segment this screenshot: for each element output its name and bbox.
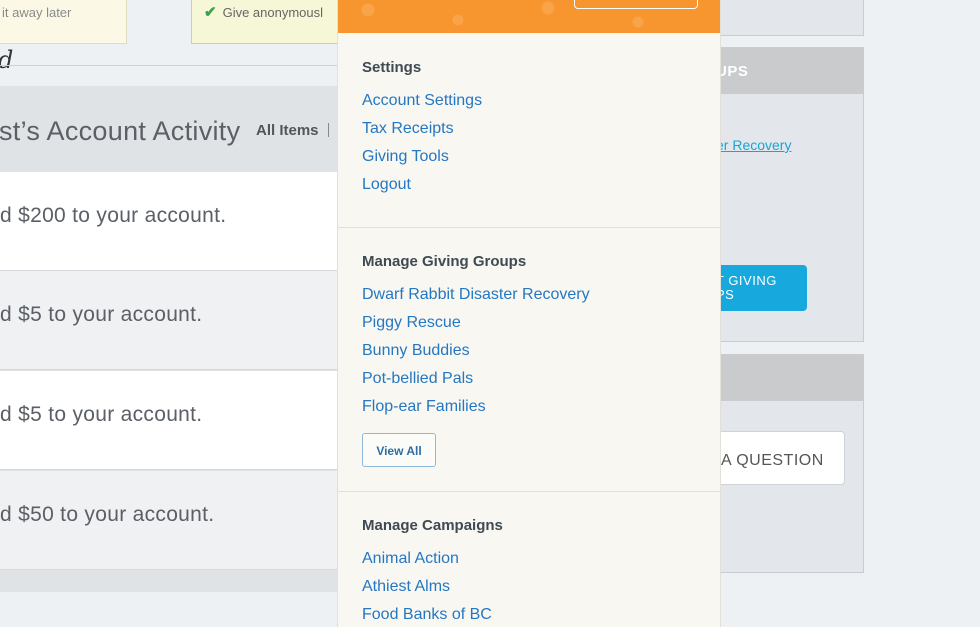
- giving-groups-header: UPS: [701, 48, 863, 94]
- sidebar-box-top: [700, 0, 864, 36]
- filter-separator: [328, 123, 329, 137]
- giving-groups-box: UPS er Recovery T GIVING PS: [691, 47, 864, 342]
- anonymous-option[interactable]: ✔ Give anonymousl: [191, 0, 351, 44]
- menu-banner: [338, 0, 720, 33]
- link-campaign-athiest-alms[interactable]: Athiest Alms: [362, 578, 450, 596]
- signature-fragment: d: [0, 46, 13, 74]
- link-group-piggy-rescue[interactable]: Piggy Rescue: [362, 314, 461, 332]
- activity-header: st’s Account Activity All Items: [0, 86, 340, 172]
- activity-row: d $50 to your account.: [0, 471, 340, 570]
- check-icon: ✔: [204, 4, 217, 21]
- campaigns-title: Manage Campaigns: [362, 517, 503, 534]
- link-group-dwarf-rabbit[interactable]: Dwarf Rabbit Disaster Recovery: [362, 286, 590, 304]
- help-header: [701, 355, 863, 401]
- start-giving-group-label-2: PS: [716, 287, 735, 302]
- divider: [0, 65, 340, 66]
- activity-row-text: d $200 to your account.: [0, 204, 227, 227]
- giving-groups-title: Manage Giving Groups: [362, 253, 527, 270]
- link-group-pot-bellied-pals[interactable]: Pot-bellied Pals: [362, 370, 473, 388]
- link-account-settings[interactable]: Account Settings: [362, 92, 482, 110]
- activity-title: st’s Account Activity: [0, 116, 241, 146]
- activity-row: d $5 to your account.: [0, 271, 340, 370]
- view-all-groups-button[interactable]: View All: [362, 433, 436, 467]
- link-logout[interactable]: Logout: [362, 176, 411, 194]
- link-giving-tools[interactable]: Giving Tools: [362, 148, 449, 166]
- giving-group-link[interactable]: er Recovery: [716, 137, 791, 153]
- help-box: A QUESTION: [691, 354, 864, 573]
- link-campaign-animal-action[interactable]: Animal Action: [362, 550, 459, 568]
- filter-all-items[interactable]: All Items: [256, 122, 319, 139]
- account-dropdown-menu: Settings Account Settings Tax Receipts G…: [337, 0, 721, 627]
- link-group-flop-ear-families[interactable]: Flop-ear Families: [362, 398, 486, 416]
- account-menu-toggle[interactable]: [574, 0, 698, 9]
- tip-text-left: it away later: [2, 5, 72, 20]
- activity-row: d $200 to your account.: [0, 172, 340, 271]
- menu-divider: [338, 491, 720, 492]
- start-giving-group-label-1: T GIVING: [716, 273, 777, 288]
- link-group-bunny-buddies[interactable]: Bunny Buddies: [362, 342, 470, 360]
- activity-row-text: d $5 to your account.: [0, 403, 203, 426]
- account-activity-panel: st’s Account Activity All Items d $200 t…: [0, 86, 340, 592]
- link-tax-receipts[interactable]: Tax Receipts: [362, 120, 454, 138]
- anonymous-option-label: Give anonymousl: [222, 5, 324, 20]
- menu-divider: [338, 227, 720, 228]
- link-campaign-food-banks[interactable]: Food Banks of BC: [362, 606, 492, 624]
- activity-row-text: d $5 to your account.: [0, 303, 203, 326]
- activity-row-text: d $50 to your account.: [0, 503, 215, 526]
- settings-title: Settings: [362, 59, 422, 76]
- tip-message-left: it away later: [0, 0, 127, 44]
- activity-row: d $5 to your account.: [0, 371, 340, 470]
